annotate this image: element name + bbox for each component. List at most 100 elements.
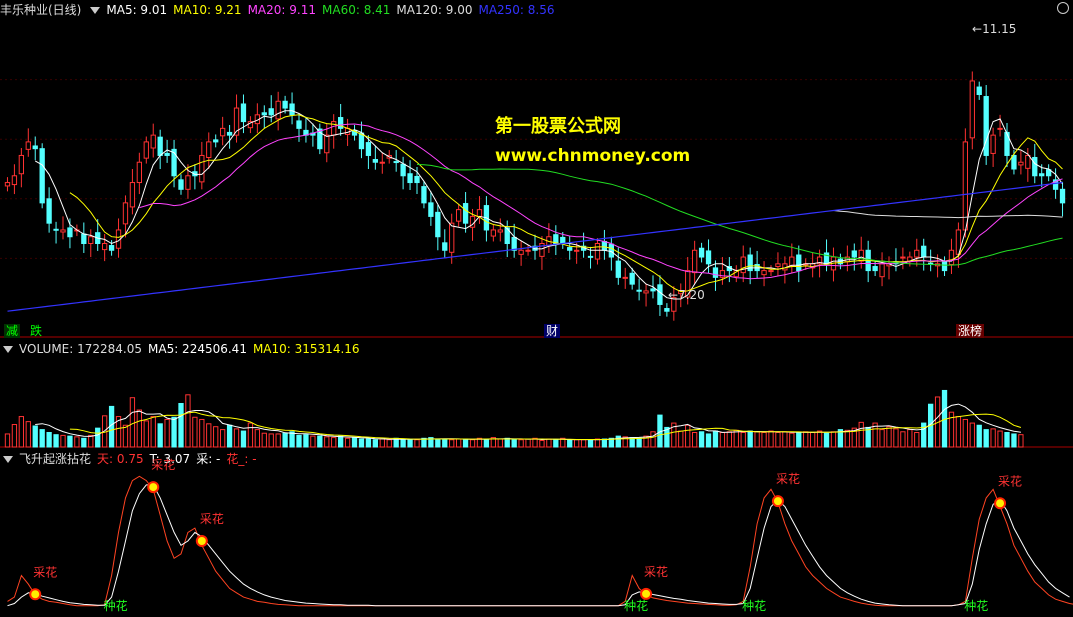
volume-bar xyxy=(414,439,420,448)
candle-body xyxy=(948,249,955,265)
volume-bar xyxy=(275,433,281,448)
volume-bar xyxy=(46,432,52,448)
candle-body xyxy=(219,127,226,137)
candle-body xyxy=(32,145,38,150)
volume-bar xyxy=(796,432,802,448)
volume-bar xyxy=(60,434,66,448)
volume-bar xyxy=(587,439,594,448)
volume-bar xyxy=(483,439,490,448)
volume-bar xyxy=(615,435,621,448)
candle-body xyxy=(691,249,698,274)
event-tag-die[interactable]: 跌 xyxy=(28,324,44,338)
zhonghua-label: 种花 xyxy=(104,598,128,613)
volume-bar xyxy=(719,432,726,448)
candle-body xyxy=(4,182,11,187)
volume-bar xyxy=(567,439,573,448)
volume-bar xyxy=(983,429,989,448)
candle-body xyxy=(455,209,462,222)
candle-body xyxy=(428,202,434,217)
candle-body xyxy=(1059,188,1066,204)
candle-body xyxy=(18,154,25,175)
volume-bar xyxy=(254,429,261,448)
volume-bar xyxy=(823,432,830,448)
indicator-white-line xyxy=(7,484,1070,607)
candle-body xyxy=(941,261,948,272)
volume-bar xyxy=(310,435,316,448)
candle-body xyxy=(39,148,45,204)
event-tag-zhangbang[interactable]: 涨榜 xyxy=(956,324,985,338)
caihua-marker xyxy=(29,588,42,601)
volume-bar xyxy=(525,438,531,448)
volume-bar xyxy=(317,435,323,448)
volume-bar xyxy=(969,422,975,448)
volume-bar xyxy=(219,429,226,448)
candle-body xyxy=(53,228,59,231)
caihua-label: 采花 xyxy=(998,473,1022,488)
volume-bar xyxy=(226,424,233,448)
candle-body xyxy=(1032,156,1038,177)
volume-bar xyxy=(809,432,816,448)
candle-body xyxy=(740,256,746,274)
volume-bar xyxy=(740,432,746,448)
candle-body xyxy=(712,267,719,278)
volume-bar xyxy=(268,433,274,448)
volume-bar xyxy=(213,426,219,448)
volume-bar xyxy=(976,424,982,448)
volume-bar xyxy=(11,424,18,448)
candle-body xyxy=(261,112,267,116)
watermark-title: 第一股票公式网 xyxy=(495,116,621,137)
volume-bar xyxy=(296,434,302,448)
volume-bar xyxy=(761,432,767,448)
volume-bar xyxy=(907,429,913,448)
candle-body xyxy=(379,161,385,164)
candle-body xyxy=(206,141,212,158)
candle-body xyxy=(46,198,52,224)
volume-bar xyxy=(518,439,524,448)
candle-body xyxy=(511,236,517,251)
event-tag-jian[interactable]: 减 xyxy=(4,324,21,338)
volume-chart xyxy=(0,389,1073,448)
volume-bar xyxy=(962,418,969,448)
candle-body xyxy=(851,250,857,258)
candle-body xyxy=(914,249,920,258)
volume-bar xyxy=(261,432,267,448)
volume-bar xyxy=(365,438,372,448)
volume-bar xyxy=(331,437,337,448)
price-chart xyxy=(0,71,1073,338)
candle-body xyxy=(442,242,448,251)
volume-bar xyxy=(1004,432,1010,448)
volume-bar xyxy=(282,432,288,448)
volume-bar xyxy=(497,438,503,448)
candle-body xyxy=(240,103,247,123)
volume-bar xyxy=(74,436,80,448)
candle-body xyxy=(421,186,427,204)
volume-bar xyxy=(858,421,864,448)
volume-bar xyxy=(442,438,448,448)
event-tag-cai[interactable]: 财 xyxy=(544,324,561,338)
candle-body xyxy=(573,249,580,252)
caihua-label: 采花 xyxy=(776,471,800,486)
candle-body xyxy=(608,243,615,258)
volume-bar xyxy=(511,439,517,448)
candle-body xyxy=(698,247,705,258)
candle-body xyxy=(997,127,1003,130)
candle-body xyxy=(157,136,163,156)
volume-bar xyxy=(25,421,31,448)
volume-bar xyxy=(636,437,642,448)
candle-body xyxy=(879,263,885,278)
candle-body xyxy=(636,289,642,292)
volume-bar xyxy=(955,416,962,448)
candle-body xyxy=(525,249,531,252)
volume-bar xyxy=(580,439,587,448)
caihua-label: 采花 xyxy=(151,457,175,472)
volume-bar xyxy=(462,438,469,448)
indicator-chart: 采花采花采花采花采花 采花种花 种花 种花 种花 xyxy=(7,457,1073,613)
volume-bar xyxy=(816,430,823,448)
caihua-marker xyxy=(771,495,784,508)
volume-bar xyxy=(88,434,94,448)
volume-bar xyxy=(775,432,781,448)
volume-bar xyxy=(691,432,698,448)
candle-body xyxy=(518,249,524,255)
candle-body xyxy=(761,270,767,276)
caihua-marker xyxy=(640,587,653,600)
